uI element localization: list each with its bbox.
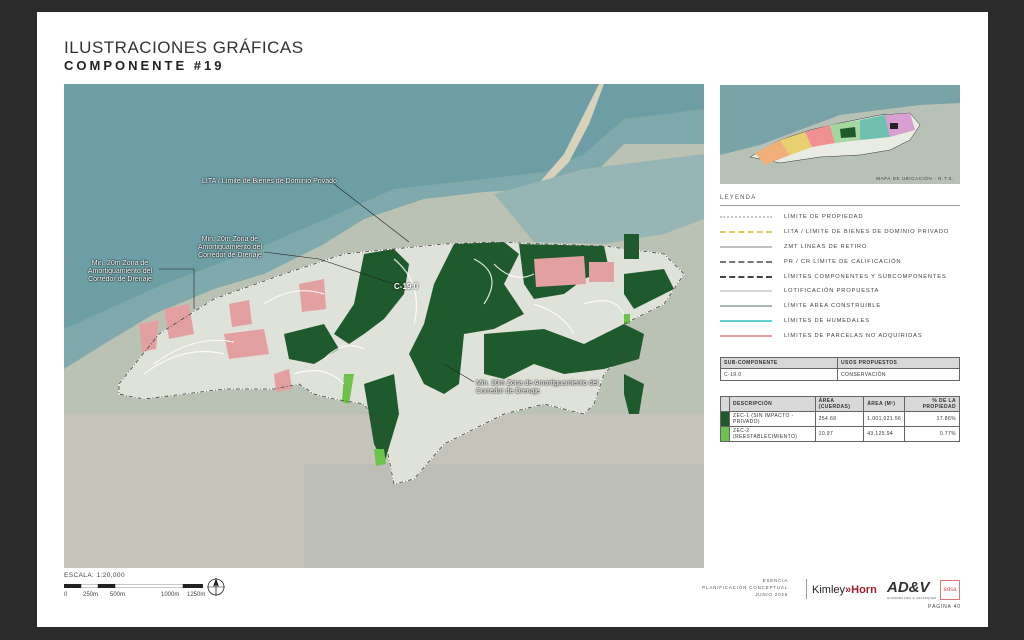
site-map: LITA / Límite de Bienes de Dominio Priva… [64, 84, 704, 568]
legend-swatch [720, 260, 772, 263]
legend-item: LÍMITE ÁREA CONSTRUIBLE [720, 299, 960, 314]
table-cell: 17.86% [904, 411, 960, 427]
table-header: SUB-COMPONENTE [719, 357, 839, 369]
table-cell: 43,125.94 [863, 426, 906, 442]
legend-item: LÍMITES DE HUMEDALES [720, 314, 960, 329]
page-title: ILUSTRACIONES GRÁFICAS [64, 38, 304, 57]
annotation-buffer-3: Min. 20m Zona de Amortiguamiento del Cor… [476, 380, 599, 395]
legend-swatch [720, 334, 772, 337]
legend-label: LÍMITE DE PROPIEDAD [784, 214, 864, 221]
scale-bar [64, 584, 203, 588]
table-header: DESCRIPCIÓN [729, 396, 816, 412]
scale-tick: 0 [64, 592, 68, 598]
legend-item: LOTIFICACIÓN PROPUESTA [720, 284, 960, 299]
uses-table: SUB-COMPONENTE USOS PROPUESTOS C-19.0 CO… [719, 357, 960, 381]
table-header: ÁREA (M²) [863, 396, 906, 412]
drawing-sheet: ILUSTRACIONES GRÁFICAS COMPONENTE #19 LI… [37, 12, 988, 627]
color-swatch [720, 411, 730, 427]
legend-swatch [720, 216, 772, 219]
legend-label: LÍMITES DE HUMEDALES [784, 317, 870, 324]
project-info: ESENCIA PLANIFICACIÓN CONCEPTUAL JUNIO 2… [702, 577, 788, 598]
table-header: % DE LA PROPIEDAD [904, 396, 960, 412]
table-row: ZEC-2 (REESTABLECIMIENTO) 10.97 43,125.9… [720, 426, 960, 442]
kimley-horn-logo: Kimley»Horn [812, 584, 877, 596]
legend-label: ZMT LÍNEAS DE RETIRO [784, 243, 868, 250]
footer-divider [806, 579, 807, 599]
scale-tick: 250m [83, 592, 99, 598]
color-swatch [720, 426, 730, 442]
legend-swatch [720, 305, 772, 308]
table-cell: CONSERVACIÓN [837, 368, 960, 381]
table-cell: ZEC-2 (REESTABLECIMIENTO) [729, 426, 816, 442]
annotation-buffer-1: Min. 20m Zona de Amortiguamiento del Cor… [197, 236, 263, 259]
legend-list: LÍMITE DE PROPIEDAD LITA / LÍMITE DE BIE… [720, 210, 960, 343]
document-type: PLANIFICACIÓN CONCEPTUAL [702, 585, 788, 590]
table-row: ZEC-1 (SIN IMPACTO - PRIVADO) 254.69 1,0… [720, 411, 960, 427]
site-map-graphic [64, 84, 704, 568]
table-row: C-19.0 CONSERVACIÓN [719, 368, 960, 381]
component-label: C-19.0 [394, 282, 419, 291]
location-map-graphic [720, 85, 960, 184]
table-cell: 254.69 [814, 411, 865, 427]
area-table: DESCRIPCIÓN ÁREA (CUERDAS) ÁREA (M²) % D… [720, 396, 960, 442]
legend-label: PR / CR LÍMITE DE CALIFICACIÓN [784, 258, 902, 265]
project-name: ESENCIA [762, 578, 788, 583]
inset-caption: MAPA DE UBICACIÓN - N.T.S. [876, 176, 954, 181]
legend-item: LÍMITES DE PARCELAS NO ADQUIRIDAS [720, 328, 960, 343]
adv-logo-subtitle: ALMAREZ DEV & VELAZQUEZ [887, 596, 937, 600]
table-cell: ZEC-1 (SIN IMPACTO - PRIVADO) [729, 411, 816, 427]
north-arrow-icon [207, 578, 225, 596]
page-number: PÁGINA 40 [928, 604, 961, 610]
legend-label: LÍMITES DE PARCELAS NO ADQUIRIDAS [784, 332, 923, 339]
table-cell: C-19.0 [719, 368, 839, 381]
legend-label: LITA / LÍMITE DE BIENES DE DOMINIO PRIVA… [784, 229, 950, 236]
edsa-logo: edsa [940, 580, 960, 600]
legend-item: LÍMITE DE PROPIEDAD [720, 210, 960, 225]
table-header: ÁREA (CUERDAS) [814, 396, 865, 412]
table-cell: 0.77% [904, 426, 960, 442]
legend-swatch [720, 245, 772, 248]
legend-swatch [720, 231, 772, 234]
legend-divider [720, 205, 960, 206]
scale-label: ESCALA: 1:20,000 [64, 572, 125, 579]
legend-label: LÍMITE ÁREA CONSTRUIBLE [784, 303, 881, 310]
scale-tick: 500m [110, 592, 126, 598]
table-header: USOS PROPUESTOS [837, 357, 960, 369]
legend-label: LÍMITES COMPONENTES Y SUBCOMPONENTES [784, 273, 947, 280]
legend-swatch [720, 290, 772, 293]
legend-item: LITA / LÍMITE DE BIENES DE DOMINIO PRIVA… [720, 225, 960, 240]
legend-swatch [720, 275, 772, 278]
legend-item: ZMT LÍNEAS DE RETIRO [720, 240, 960, 255]
annotation-lita: LITA / Límite de Bienes de Dominio Priva… [202, 178, 337, 185]
annotation-buffer-2: Min. 20m Zona de Amortiguamiento del Cor… [87, 260, 153, 283]
legend-label: LOTIFICACIÓN PROPUESTA [784, 288, 880, 295]
table-cell: 1,001,021.56 [863, 411, 906, 427]
legend-item: LÍMITES COMPONENTES Y SUBCOMPONENTES [720, 269, 960, 284]
adv-logo: AD&V [887, 579, 930, 596]
page-subtitle: COMPONENTE #19 [64, 58, 225, 73]
scale-tick: 1000m [161, 592, 180, 598]
legend-swatch [720, 319, 772, 322]
table-cell: 10.97 [814, 426, 865, 442]
scale-tick: 1250m [187, 592, 206, 598]
legend-title: LEYENDA [720, 195, 757, 201]
table-header-swatch [720, 396, 730, 412]
document-date: JUNIO 2026 [755, 592, 788, 597]
legend-item: PR / CR LÍMITE DE CALIFICACIÓN [720, 254, 960, 269]
location-map-inset: MAPA DE UBICACIÓN - N.T.S. [720, 85, 960, 184]
